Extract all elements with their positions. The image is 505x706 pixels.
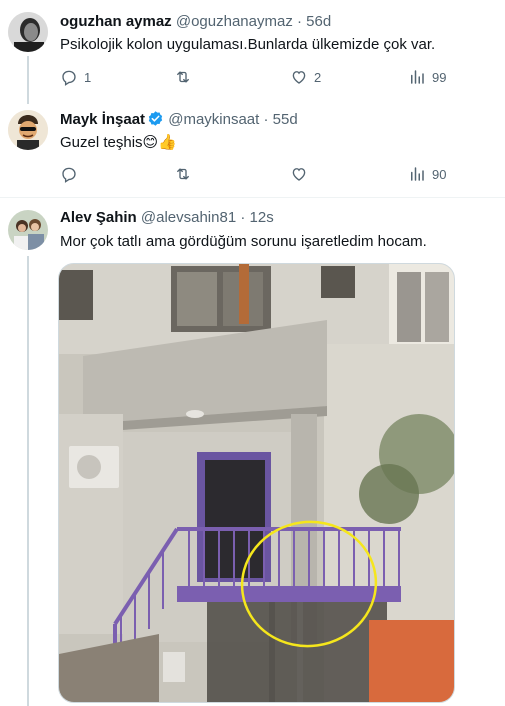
tweet-oguzhanaymaz[interactable]: oguzhan aymaz @oguzhanaymaz · 56d Psikol… [0, 0, 505, 104]
tweet-actions: 90 [60, 164, 460, 184]
reply-count: 1 [84, 69, 92, 85]
retweet-icon [177, 71, 189, 83]
views-button[interactable]: 90 [408, 164, 446, 184]
like-button[interactable]: 2 [290, 67, 321, 87]
verified-badge-icon [148, 111, 163, 126]
views-button[interactable]: 99 [408, 67, 446, 87]
retweet-button[interactable] [174, 67, 198, 87]
thread-line [27, 56, 29, 104]
tweet-header: oguzhan aymaz @oguzhanaymaz · 56d [60, 12, 331, 32]
view-count: 99 [432, 69, 447, 85]
views-icon [411, 167, 424, 181]
reply-button[interactable]: 1 [60, 67, 91, 87]
reply-button[interactable] [60, 164, 84, 184]
building-photo [59, 264, 454, 702]
tweet-header: Alev Şahin @alevsahin81 · 12s [60, 208, 274, 228]
timestamp[interactable]: 55d [273, 111, 298, 128]
display-name[interactable]: Mayk İnşaat [60, 111, 145, 128]
tweet-text-row: Guzel teşhis😊👍 [60, 133, 177, 153]
display-name[interactable]: oguzhan aymaz [60, 13, 172, 30]
avatar[interactable] [8, 210, 48, 250]
tweet-actions: 1 2 99 [60, 67, 460, 87]
tweet-text: Mor çok tatlı ama gördüğüm sorunu işaret… [60, 233, 427, 250]
view-count: 90 [432, 166, 447, 182]
heart-icon [292, 168, 306, 181]
timestamp[interactable]: 56d [306, 13, 331, 30]
reply-icon [62, 167, 76, 183]
avatar[interactable] [8, 110, 48, 150]
tweet-header: Mayk İnşaat @maykinsaat · 55d [60, 110, 298, 130]
tweet-maykinsaat[interactable]: Mayk İnşaat @maykinsaat · 55d Guzel teşh… [0, 100, 505, 198]
emoji-smile-thumbs: 😊👍 [142, 134, 177, 151]
display-name[interactable]: Alev Şahin [60, 209, 137, 226]
heart-icon [292, 71, 306, 84]
tweet-photo-attachment[interactable] [58, 263, 455, 703]
user-handle[interactable]: @maykinsaat [168, 111, 259, 128]
tweet-text: Guzel teşhis [60, 134, 143, 151]
reply-icon [62, 70, 76, 86]
timestamp[interactable]: 12s [250, 209, 274, 226]
user-handle[interactable]: @alevsahin81 [141, 209, 236, 226]
separator: · [297, 13, 302, 30]
thread-line [27, 256, 29, 706]
separator: · [240, 209, 246, 226]
views-icon [411, 70, 424, 84]
tweet-text: Psikolojik kolon uygulaması.Bunlarda ülk… [60, 36, 436, 53]
separator: · [263, 111, 269, 128]
avatar[interactable] [8, 12, 48, 52]
like-count: 2 [314, 69, 322, 85]
like-button[interactable] [290, 164, 314, 184]
retweet-icon [177, 168, 189, 180]
user-handle[interactable]: @oguzhanaymaz [176, 13, 293, 30]
retweet-button[interactable] [174, 164, 198, 184]
